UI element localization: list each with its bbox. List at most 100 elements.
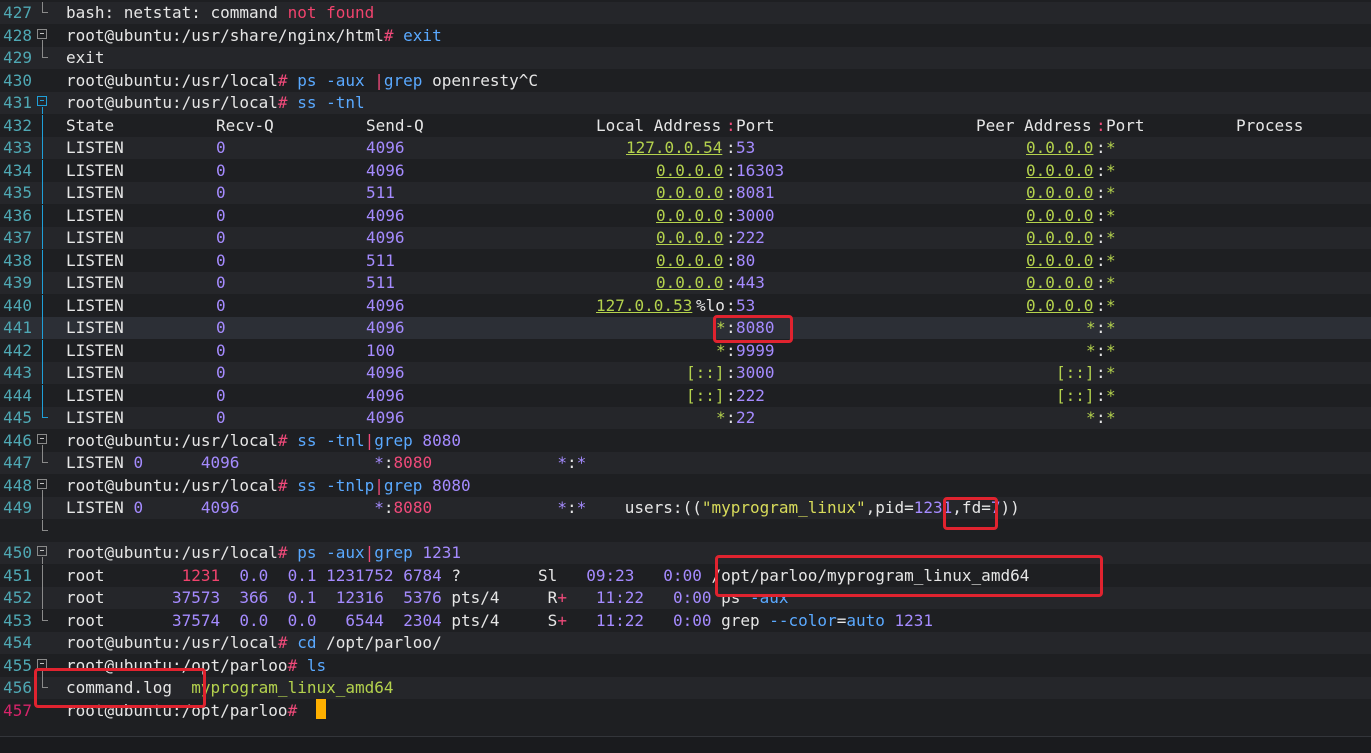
fold-gutter (36, 47, 50, 69)
text-segment: 0.0 (239, 565, 269, 585)
fold-end-line (42, 407, 48, 418)
cell-peer-port: * (1106, 228, 1116, 247)
text-segment: # (287, 700, 298, 720)
cell-separator: : (726, 363, 736, 382)
text-segment: pts/4 R (441, 588, 558, 607)
cell-state: LISTEN (66, 363, 124, 382)
cell-local-address: 0.0.0.0 (656, 273, 724, 292)
text-segment: openresty^C (422, 70, 539, 90)
line-number: 452 (3, 588, 32, 607)
terminal-line: 453 root 37574 0.0 0.0 6544 2304 pts/4 S+… (0, 609, 1371, 632)
text-segment: exit (66, 48, 105, 67)
terminal-line: 437 LISTEN 0 4096 0.0.0.0:222 0.0.0.0: * (0, 227, 1371, 249)
text-segment: : (383, 453, 394, 472)
cell-recvq: 0 (216, 295, 226, 315)
text-segment: LISTEN (66, 453, 134, 472)
text-segment: root@ubuntu:/usr/local (66, 543, 278, 562)
cell-separator: : (1096, 250, 1106, 270)
line-number: 450 (3, 543, 32, 562)
terminal-line: 445 LISTEN 0 4096 *:22 *: * (0, 407, 1371, 429)
highlight-pid-1231 (943, 497, 998, 530)
cell-local-address: 127.0.0.53 (596, 295, 693, 315)
text-segment: 0.0 (239, 610, 269, 630)
terminal-line: 447 LISTEN 0 4096 *:8080 *:* (0, 452, 1371, 474)
terminal-line: 444 LISTEN 0 4096 [::]:222 [::]: * (0, 384, 1371, 407)
text-segment: pts/4 S (441, 610, 558, 630)
text-segment: /opt/parloo/ (316, 633, 442, 652)
cell-sendq: 511 (366, 250, 395, 270)
cell-peer-port: * (1106, 138, 1116, 157)
fold-toggle-icon[interactable] (37, 478, 47, 489)
text-segment: : (383, 498, 394, 517)
fold-toggle-icon[interactable] (37, 96, 47, 106)
text-segment (220, 611, 239, 630)
cell-local-port: 8081 (736, 183, 775, 202)
terminal-output[interactable]: 427 bash: netstat: command not found 428 ro… (0, 0, 1371, 736)
cell-recvq: 0 (216, 318, 226, 337)
line-number: 431 (3, 93, 32, 112)
cell-peer-port: * (1106, 183, 1116, 202)
line-text: root 37573 366 0.1 12316 5376 pts/4 R+ 1… (66, 587, 789, 609)
terminal-line: 430 root@ubuntu:/usr/local# ps -aux |grep… (0, 70, 1371, 92)
fold-line (42, 227, 43, 249)
cell-recvq: 0 (216, 385, 226, 405)
cell-interface: %lo (696, 295, 725, 315)
fold-toggle-icon[interactable] (37, 433, 47, 444)
fold-line (42, 272, 43, 294)
text-segment: 11:22 (595, 610, 645, 630)
fold-line (42, 137, 43, 159)
fold-line (42, 362, 43, 384)
text-segment: 1231752 (326, 565, 394, 585)
cell-peer-address: [::] (1056, 385, 1095, 405)
fold-end-line (42, 609, 48, 621)
text-segment (644, 611, 673, 630)
fold-gutter (36, 339, 50, 362)
text-segment (384, 611, 403, 630)
line-number: 455 (3, 655, 32, 675)
line-text: root@ubuntu:/usr/local# ss -tnl|grep 808… (66, 430, 461, 452)
fold-line (42, 444, 43, 452)
cell-separator: : (726, 160, 736, 180)
column-recvq: Recv-Q (216, 115, 274, 135)
text-segment: )) (1000, 498, 1020, 517)
text-segment (432, 498, 557, 517)
terminal-line: 438 LISTEN 0 511 0.0.0.0:80 0.0.0.0: * (0, 249, 1371, 272)
text-segment (239, 498, 374, 517)
cell-state: LISTEN (66, 318, 124, 337)
text-segment: = (836, 610, 847, 630)
cell-peer-port: * (1106, 385, 1116, 405)
line-number: 447 (3, 453, 32, 472)
text-segment (220, 588, 239, 607)
cell-peer-address: * (1086, 340, 1096, 360)
text-segment: 6544 (345, 610, 384, 630)
text-segment (394, 566, 404, 585)
text-segment (268, 566, 287, 585)
text-segment: 0 (133, 453, 144, 472)
terminal-line: 449 LISTEN 0 4096 *:8080 *:* users:(("myp… (0, 497, 1371, 519)
fold-line (42, 339, 43, 362)
fold-toggle-icon[interactable] (37, 546, 47, 556)
text-segment (567, 611, 596, 630)
text-segment: 6784 (403, 565, 442, 585)
fold-end-line (42, 47, 48, 58)
fold-end-line (42, 452, 48, 463)
line-text: root@ubuntu:/usr/local# ps -aux|grep 123… (66, 542, 461, 564)
cell-peer-address: * (1086, 408, 1096, 427)
text-segment (268, 611, 287, 630)
text-segment: 5376 (403, 588, 442, 607)
cell-separator: : (1096, 385, 1106, 405)
cell-state: LISTEN (66, 205, 124, 225)
line-number: 429 (3, 48, 32, 67)
fold-toggle-icon[interactable] (37, 658, 47, 669)
column-peer-address: Peer Address (976, 115, 1092, 135)
cell-recvq: 0 (216, 228, 226, 247)
fold-line (42, 317, 43, 339)
text-segment (268, 588, 287, 607)
cell-sendq: 100 (366, 340, 395, 360)
text-segment (143, 453, 201, 472)
cell-separator: : (726, 408, 736, 427)
text-segment: 1231 (181, 565, 221, 585)
fold-toggle-icon[interactable] (37, 28, 47, 39)
cell-local-address: * (716, 408, 726, 427)
text-segment (316, 588, 335, 607)
